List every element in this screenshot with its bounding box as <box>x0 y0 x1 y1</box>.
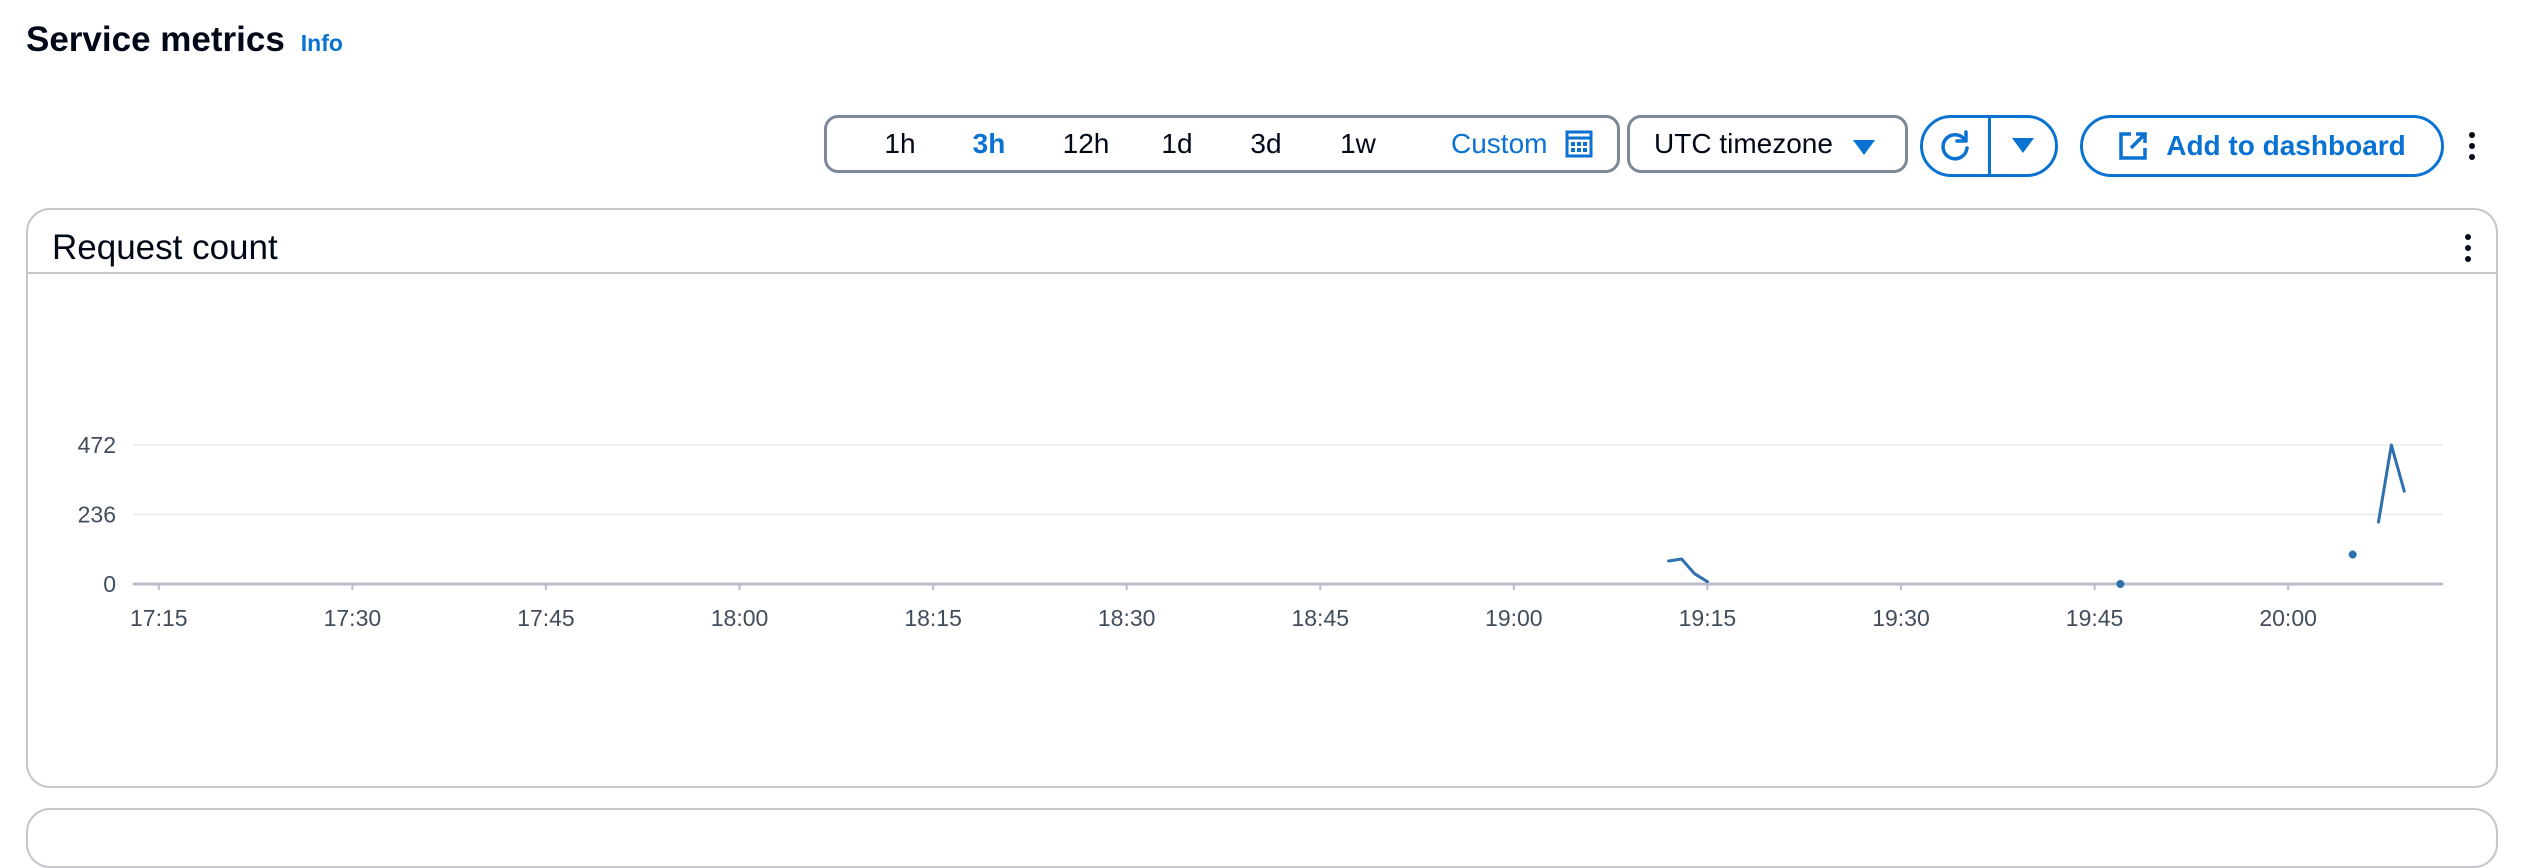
next-widget <box>26 808 2498 868</box>
range-3h[interactable]: 3h <box>973 128 1006 160</box>
caret-down-icon <box>2011 138 2034 153</box>
timezone-select[interactable]: UTC timezone <box>1627 115 1908 173</box>
y-tick-label: 472 <box>78 432 116 458</box>
refresh-button[interactable] <box>1923 118 1988 174</box>
refresh-options-button[interactable] <box>1991 118 2056 174</box>
x-tick-label: 20:00 <box>2259 605 2317 631</box>
range-1h[interactable]: 1h <box>884 128 915 160</box>
x-tick-label: 18:00 <box>711 605 769 631</box>
more-vertical-icon[interactable] <box>2465 234 2471 262</box>
y-tick-label: 236 <box>78 502 116 528</box>
add-to-dashboard-label: Add to dashboard <box>2166 130 2406 161</box>
x-tick-label: 19:45 <box>2066 605 2124 631</box>
widget-title: Request count <box>52 228 278 267</box>
data-point <box>2348 550 2357 559</box>
range-1w[interactable]: 1w <box>1340 128 1376 160</box>
timezone-value: UTC timezone <box>1654 128 1833 159</box>
request-count-chart: 0 236 472 17:15 17:30 17:45 18:00 18:15 18:30 18:… <box>78 432 2443 631</box>
x-tick-label: 18:45 <box>1291 605 1349 631</box>
caret-down-icon <box>1853 140 1875 155</box>
info-link[interactable]: Info <box>301 30 343 57</box>
x-tick-label: 17:45 <box>517 605 575 631</box>
external-link-icon <box>2119 132 2147 160</box>
series-line <box>1667 557 1709 584</box>
more-vertical-icon[interactable] <box>2469 132 2475 160</box>
page-title: Service metrics <box>26 20 285 59</box>
range-custom-label: Custom <box>1451 128 1548 159</box>
range-12h[interactable]: 12h <box>1063 128 1110 160</box>
range-1d[interactable]: 1d <box>1161 128 1192 160</box>
y-tick-label: 0 <box>103 571 116 597</box>
series-line <box>2376 443 2406 524</box>
page-header: Service metrics Info <box>26 20 343 60</box>
x-tick-label: 19:15 <box>1679 605 1737 631</box>
calendar-icon <box>1565 130 1593 158</box>
x-tick-label: 19:00 <box>1485 605 1543 631</box>
x-tick-label: 17:15 <box>130 605 188 631</box>
refresh-icon <box>1941 130 1969 161</box>
time-range-selector: 1h 3h 12h 1d 3d 1w Custom <box>824 115 1620 173</box>
refresh-split-button <box>1920 115 2058 177</box>
add-to-dashboard-button[interactable]: Add to dashboard <box>2080 115 2444 177</box>
x-tick-label: 18:15 <box>904 605 962 631</box>
x-tick-label: 18:30 <box>1098 605 1156 631</box>
request-count-widget: Request count 0 236 472 17:15 17:30 17:45 18:0… <box>26 208 2498 788</box>
range-custom[interactable]: Custom <box>1451 128 1593 160</box>
data-point <box>2116 580 2125 588</box>
x-tick-label: 17:30 <box>324 605 382 631</box>
range-3d[interactable]: 3d <box>1250 128 1281 160</box>
x-tick-label: 19:30 <box>1872 605 1930 631</box>
